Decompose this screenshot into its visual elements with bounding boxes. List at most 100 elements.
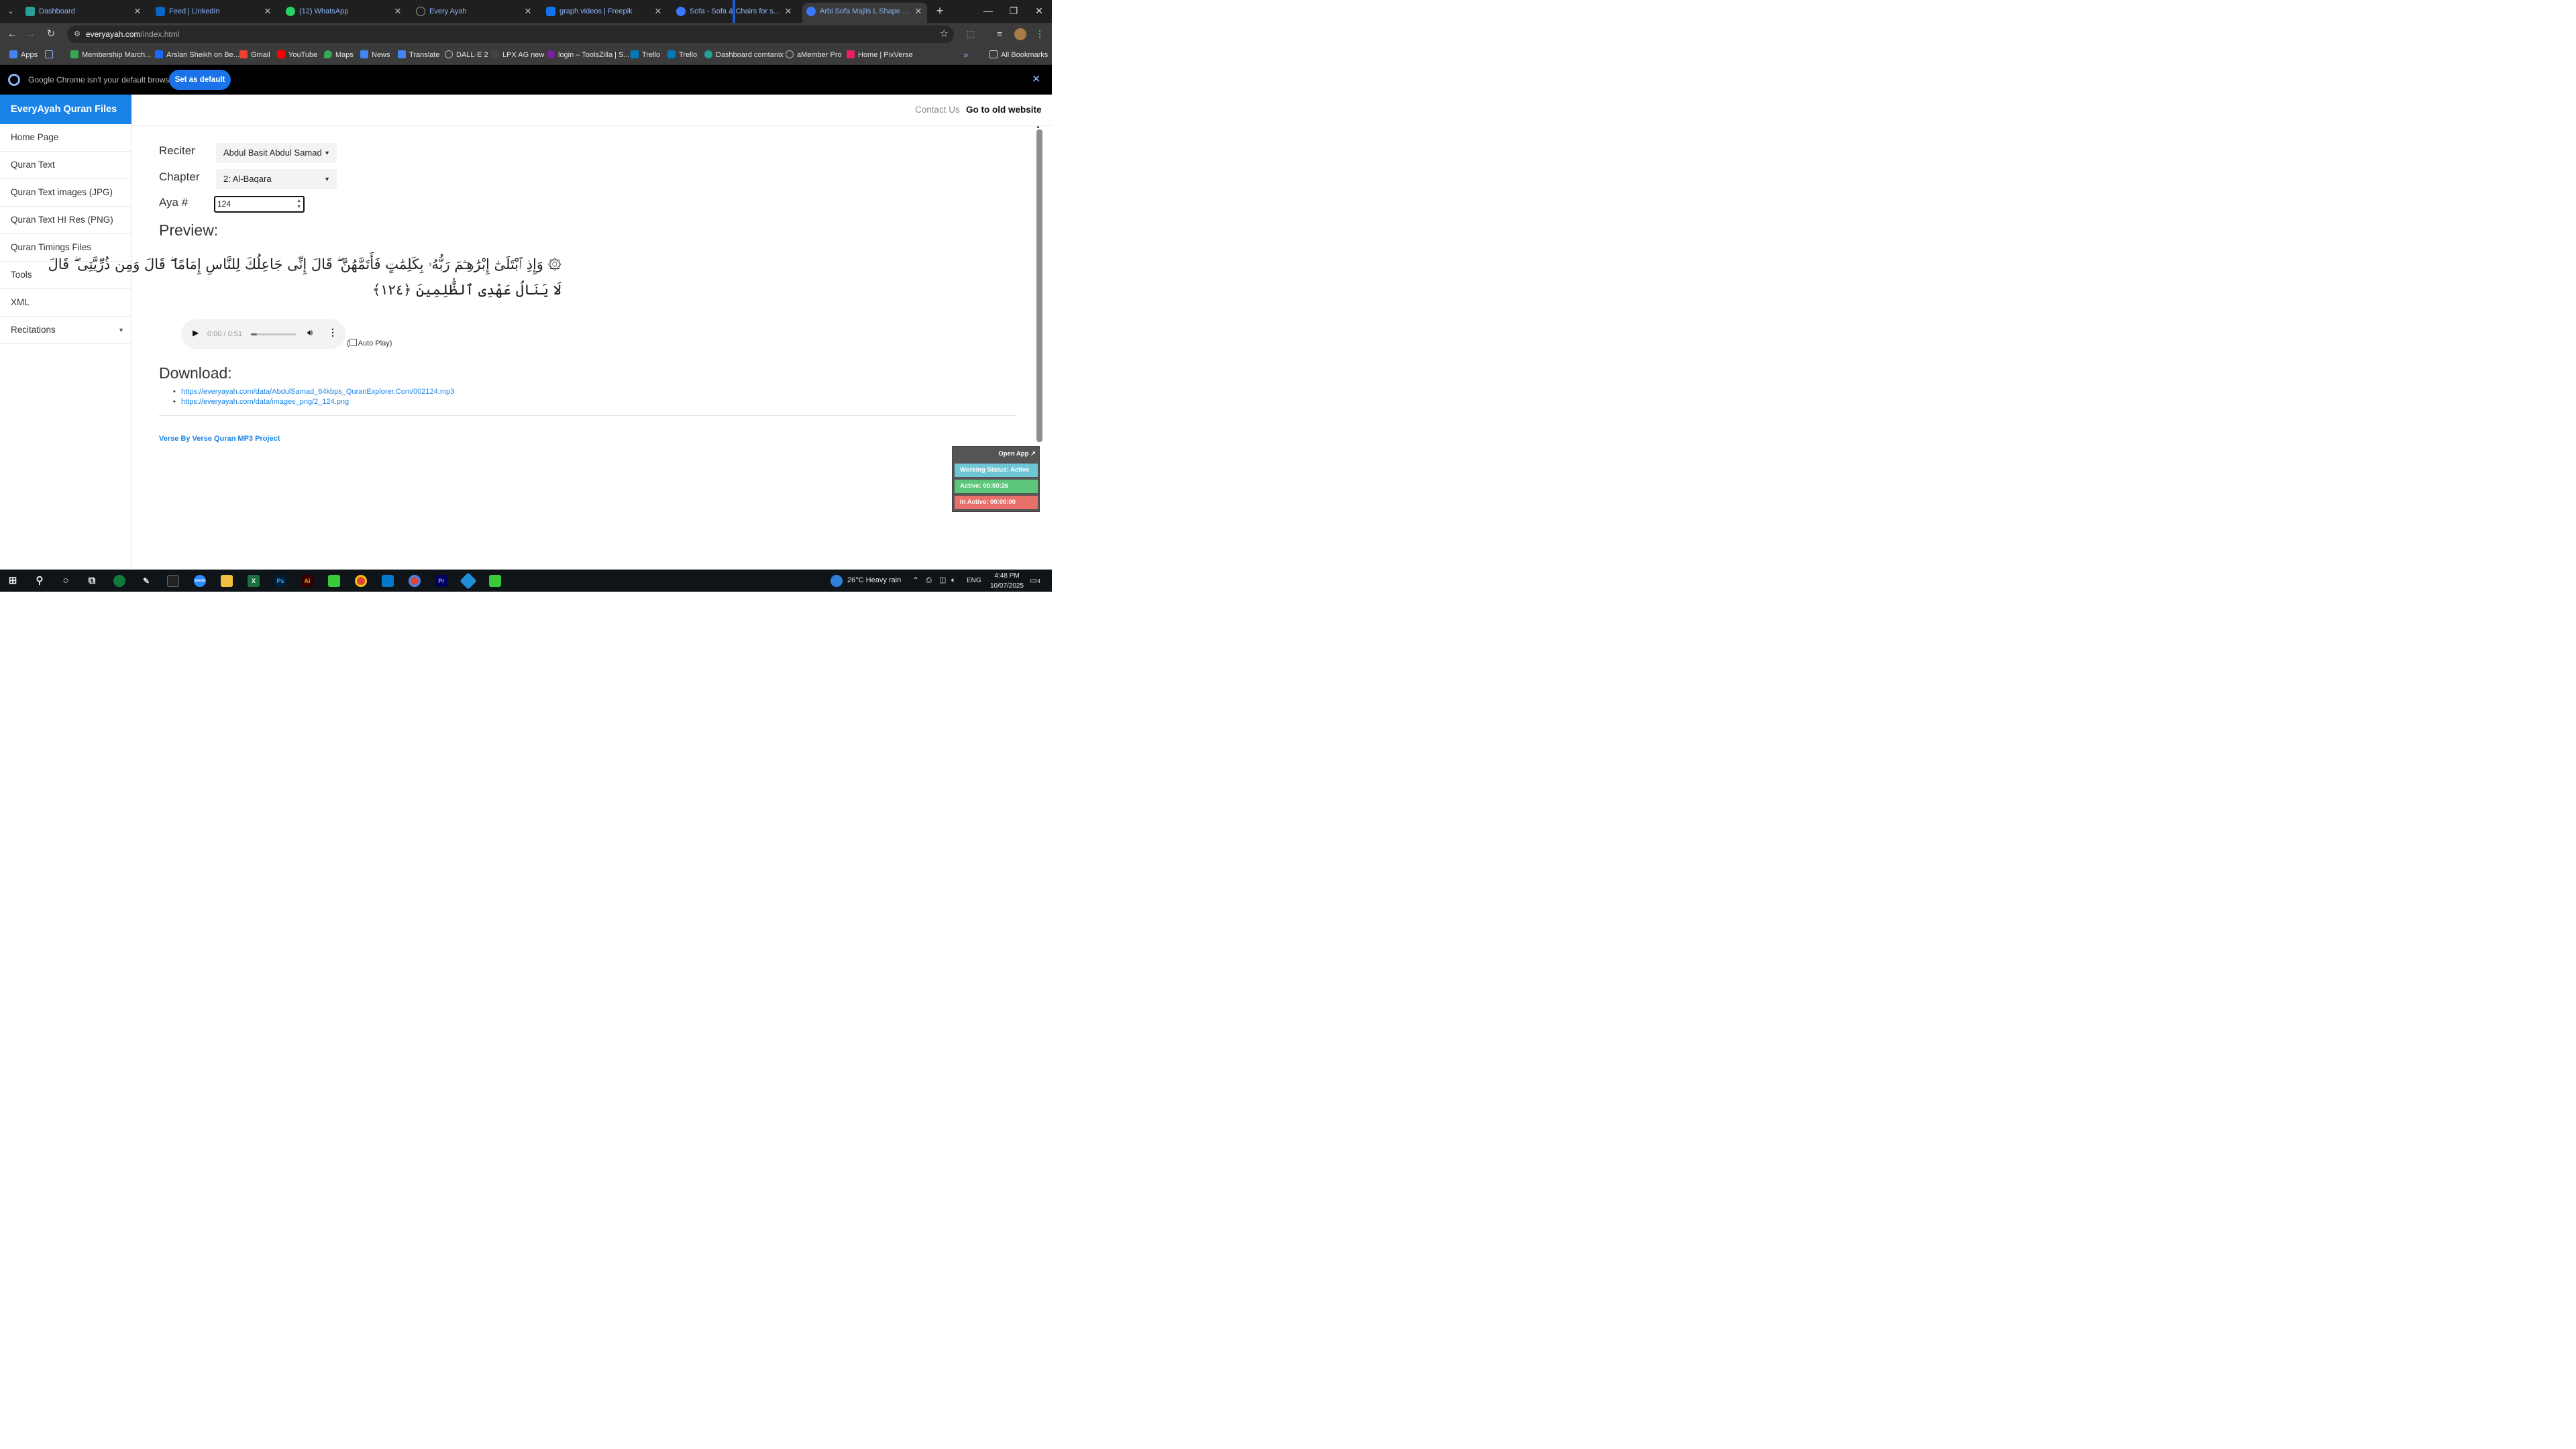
- bookmark-dalle[interactable]: DALL·E 2: [445, 46, 488, 64]
- bookmark-trello-1[interactable]: Trello: [631, 46, 660, 64]
- all-bookmarks-folder[interactable]: All Bookmarks: [989, 46, 1048, 64]
- bookmark-gmail[interactable]: Gmail: [239, 46, 270, 64]
- chapter-select[interactable]: 2: Al-Baqara ▼: [216, 169, 337, 189]
- contact-us-link[interactable]: Contact Us: [915, 95, 960, 125]
- bookmark-star-icon[interactable]: ☆: [940, 28, 949, 41]
- reciter-select[interactable]: Abdul Basit Abdul Samad ▼: [216, 143, 337, 163]
- wifi-icon[interactable]: ◫: [939, 570, 946, 592]
- task-view-icon[interactable]: ⧉: [86, 575, 98, 587]
- chrome-icon[interactable]: [355, 575, 367, 587]
- back-button[interactable]: ←: [5, 28, 19, 41]
- volume-icon[interactable]: 🔈︎: [951, 570, 956, 592]
- close-tab-icon[interactable]: ✕: [523, 3, 533, 20]
- chevron-up-icon[interactable]: ⌃: [912, 570, 919, 592]
- bookmark-maps[interactable]: Maps: [324, 46, 354, 64]
- scroll-up-arrow-icon[interactable]: ▲: [1036, 125, 1040, 129]
- autoplay-checkbox[interactable]: [349, 339, 357, 346]
- close-infobar-icon[interactable]: ✕: [1032, 73, 1040, 87]
- reload-button[interactable]: ↻: [44, 28, 58, 41]
- bookmark-behance[interactable]: Arslan Sheikh on Be...: [155, 46, 239, 64]
- bookmark-lpx[interactable]: LPX AG new: [491, 46, 544, 64]
- autoplay-option[interactable]: (Auto Play): [347, 339, 392, 347]
- bookmark-youtube[interactable]: YouTube: [277, 46, 317, 64]
- edge-icon[interactable]: [113, 575, 125, 587]
- search-icon[interactable]: ⚲: [34, 575, 46, 587]
- bookmark-translate[interactable]: Translate: [398, 46, 439, 64]
- mp3-download-link[interactable]: https://everyayah.com/data/AbdulSamad_64…: [181, 388, 454, 396]
- old-website-link[interactable]: Go to old website: [966, 95, 1042, 125]
- clock[interactable]: 4:48 PM 10/07/2025: [990, 571, 1024, 593]
- site-info-icon[interactable]: ⚙: [72, 30, 82, 39]
- audio-seek-bar[interactable]: [251, 333, 296, 335]
- network-icon[interactable]: ⎙: [926, 570, 932, 592]
- zoom-icon[interactable]: zoom: [194, 575, 206, 587]
- tab-dashboard[interactable]: Dashboard ✕: [21, 3, 146, 20]
- project-footer-link[interactable]: Verse By Verse Quran MP3 Project: [159, 435, 280, 443]
- excel-icon[interactable]: X: [248, 575, 260, 587]
- page-scrollbar[interactable]: [1036, 129, 1042, 442]
- bookmark-toolszilla[interactable]: login – ToolsZilla | S...: [547, 46, 630, 64]
- green-app-icon[interactable]: [489, 575, 501, 587]
- open-app-link[interactable]: Open App ↗: [998, 450, 1036, 458]
- close-tab-icon[interactable]: ✕: [653, 3, 663, 20]
- more-bookmarks-chevron-icon[interactable]: »: [963, 46, 968, 64]
- new-tab-button[interactable]: +: [934, 4, 946, 17]
- more-options-icon[interactable]: ⋮: [328, 327, 337, 338]
- volume-icon[interactable]: 🔊︎: [307, 327, 313, 338]
- language-indicator[interactable]: ENG: [967, 570, 981, 592]
- illustrator-icon[interactable]: Ai: [301, 575, 313, 587]
- minimize-button[interactable]: —: [978, 4, 998, 17]
- photoshop-icon[interactable]: Ps: [274, 575, 286, 587]
- green-app-icon[interactable]: [328, 575, 340, 587]
- file-explorer-icon[interactable]: [221, 575, 233, 587]
- chrome-active-icon[interactable]: [409, 575, 421, 587]
- site-brand[interactable]: EveryAyah Quran Files: [0, 95, 131, 124]
- sidebar-item-text-images-jpg[interactable]: Quran Text images (JPG): [0, 179, 131, 207]
- extensions-icon[interactable]: ⬚: [965, 28, 977, 40]
- bookmark-news[interactable]: News: [360, 46, 390, 64]
- tab-freepik[interactable]: graph videos | Freepik ✕: [542, 3, 667, 20]
- address-bar[interactable]: ⚙ everyayah.com/index.html ☆: [67, 25, 954, 43]
- forward-button[interactable]: →: [24, 28, 38, 41]
- bookmark-apps[interactable]: Apps: [9, 46, 38, 64]
- png-download-link[interactable]: https://everyayah.com/data/images_png/2_…: [181, 398, 349, 406]
- bookmark-pixverse[interactable]: Home | PixVerse: [847, 46, 913, 64]
- sidebar-item-hi-res-png[interactable]: Quran Text HI Res (PNG): [0, 207, 131, 234]
- close-window-button[interactable]: ✕: [1029, 4, 1049, 17]
- bookmark-dashboard-comtanix[interactable]: Dashboard comtanix: [704, 46, 784, 64]
- sidebar-item-home[interactable]: Home Page: [0, 124, 131, 152]
- close-tab-icon[interactable]: ✕: [914, 3, 923, 20]
- menu-dots-icon[interactable]: ⋮: [1034, 28, 1046, 40]
- cortana-icon[interactable]: ○: [60, 575, 72, 587]
- tab-search-icon[interactable]: ⌄: [4, 5, 17, 17]
- bookmark-tab-groups[interactable]: [45, 46, 56, 64]
- terminal-icon[interactable]: [167, 575, 179, 587]
- close-tab-icon[interactable]: ✕: [784, 3, 793, 20]
- premiere-icon[interactable]: Pr: [435, 575, 447, 587]
- spinner-arrows-icon[interactable]: ▲ ▼: [297, 198, 301, 210]
- bookmark-membership[interactable]: Membership March...: [70, 46, 151, 64]
- bookmark-trello-2[interactable]: Trello: [667, 46, 697, 64]
- aya-number-input[interactable]: 124 ▲ ▼: [214, 196, 305, 213]
- notification-icon[interactable]: ▭4: [1030, 570, 1040, 592]
- blue-app-icon[interactable]: [460, 572, 477, 590]
- media-controls-icon[interactable]: ≡: [994, 28, 1006, 40]
- tab-whatsapp[interactable]: (12) WhatsApp ✕: [282, 3, 407, 20]
- weather-text[interactable]: 26°C Heavy rain: [847, 570, 901, 592]
- pen-tool-icon[interactable]: ✎: [140, 575, 152, 587]
- windows-start-icon[interactable]: ⊞: [7, 575, 19, 587]
- set-as-default-button[interactable]: Set as default: [169, 70, 231, 90]
- bookmark-amember[interactable]: aMember Pro: [786, 46, 842, 64]
- tab-linkedin[interactable]: Feed | LinkedIn ✕: [152, 3, 276, 20]
- sidebar-item-quran-text[interactable]: Quran Text: [0, 152, 131, 179]
- vscode-icon[interactable]: [382, 575, 394, 587]
- profile-avatar[interactable]: [1014, 28, 1026, 40]
- play-icon[interactable]: ▶: [193, 328, 199, 337]
- tab-arbi-sofa[interactable]: Arbi Sofa Majlis L Shape Sofa - ✕: [802, 3, 927, 23]
- restore-button[interactable]: ❐: [1004, 4, 1024, 17]
- close-tab-icon[interactable]: ✕: [393, 3, 402, 20]
- sidebar-item-xml[interactable]: XML: [0, 289, 131, 317]
- close-tab-icon[interactable]: ✕: [263, 3, 272, 20]
- weather-icon[interactable]: [830, 575, 843, 587]
- tab-every-ayah[interactable]: Every Ayah ✕: [412, 3, 537, 20]
